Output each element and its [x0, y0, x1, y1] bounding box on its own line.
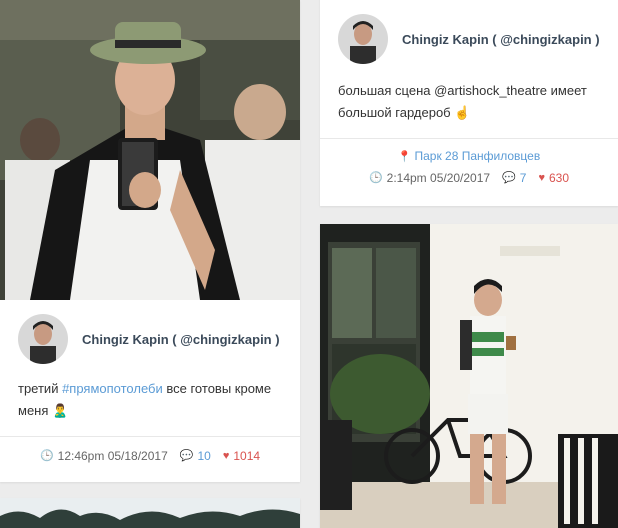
post-caption: третий #прямопотолеби все готовы кроме м… [0, 364, 300, 422]
likes-count-text: 1014 [233, 449, 261, 463]
post-card[interactable] [320, 224, 618, 528]
comments-count-text: 10 [197, 449, 211, 463]
post-author[interactable]: Chingiz Kapin ( @chingizkapin ) [0, 300, 300, 364]
post-location[interactable]: 📍 Парк 28 Панфиловцев [320, 139, 618, 163]
clock-icon: 🕒 [39, 449, 54, 462]
post-meta: 🕒 2:14pm 05/20/2017 💬 7 ♥ 630 [320, 163, 618, 185]
comments-count[interactable]: 💬 7 [502, 171, 526, 185]
post-time: 🕒 2:14pm 05/20/2017 [369, 171, 490, 185]
post-card[interactable]: Chingiz Kapin ( @chingizkapin ) третий #… [0, 0, 300, 482]
location-text[interactable]: Парк 28 Панфиловцев [414, 149, 540, 163]
hashtag-link[interactable]: #прямопотолеби [62, 381, 163, 396]
avatar-image [18, 314, 68, 364]
trees-image [0, 498, 300, 528]
post-caption: большая сцена @artishock_theatre имеет б… [338, 83, 587, 120]
post-author[interactable]: Chingiz Kapin ( @chingizkapin ) [320, 0, 618, 64]
heart-icon: ♥ [538, 171, 545, 184]
street-photo-image [320, 224, 618, 528]
map-pin-icon: 📍 [397, 151, 412, 163]
author-name[interactable]: Chingiz Kapin ( @chingizkapin ) [402, 32, 600, 47]
heart-icon: ♥ [222, 449, 230, 462]
post-photo[interactable] [0, 498, 300, 528]
likes-count[interactable]: ♥ 1014 [223, 449, 260, 463]
comment-icon: 💬 [502, 171, 516, 184]
comments-count[interactable]: 💬 10 [180, 449, 211, 463]
likes-count-text: 630 [549, 171, 570, 185]
mirror-selfie-image [0, 0, 300, 300]
post-card[interactable]: Chingiz Kapin ( @chingizkapin ) большая … [320, 0, 618, 206]
post-time: 🕒 12:46pm 05/18/2017 [40, 449, 168, 463]
avatar-image [338, 14, 388, 64]
avatar[interactable] [338, 14, 388, 64]
post-photo[interactable] [0, 0, 300, 300]
post-time-text: 12:46pm 05/18/2017 [57, 449, 168, 463]
comments-count-text: 7 [519, 171, 527, 185]
author-name[interactable]: Chingiz Kapin ( @chingizkapin ) [82, 332, 280, 347]
clock-icon: 🕒 [368, 171, 383, 184]
avatar[interactable] [18, 314, 68, 364]
post-card[interactable] [0, 498, 300, 528]
post-meta: 🕒 12:46pm 05/18/2017 💬 10 ♥ 1014 [0, 437, 300, 463]
comment-icon: 💬 [179, 449, 194, 462]
post-photo[interactable] [320, 224, 618, 528]
post-time-text: 2:14pm 05/20/2017 [386, 171, 491, 185]
caption-text: третий [18, 381, 63, 396]
likes-count[interactable]: ♥ 630 [538, 171, 569, 185]
